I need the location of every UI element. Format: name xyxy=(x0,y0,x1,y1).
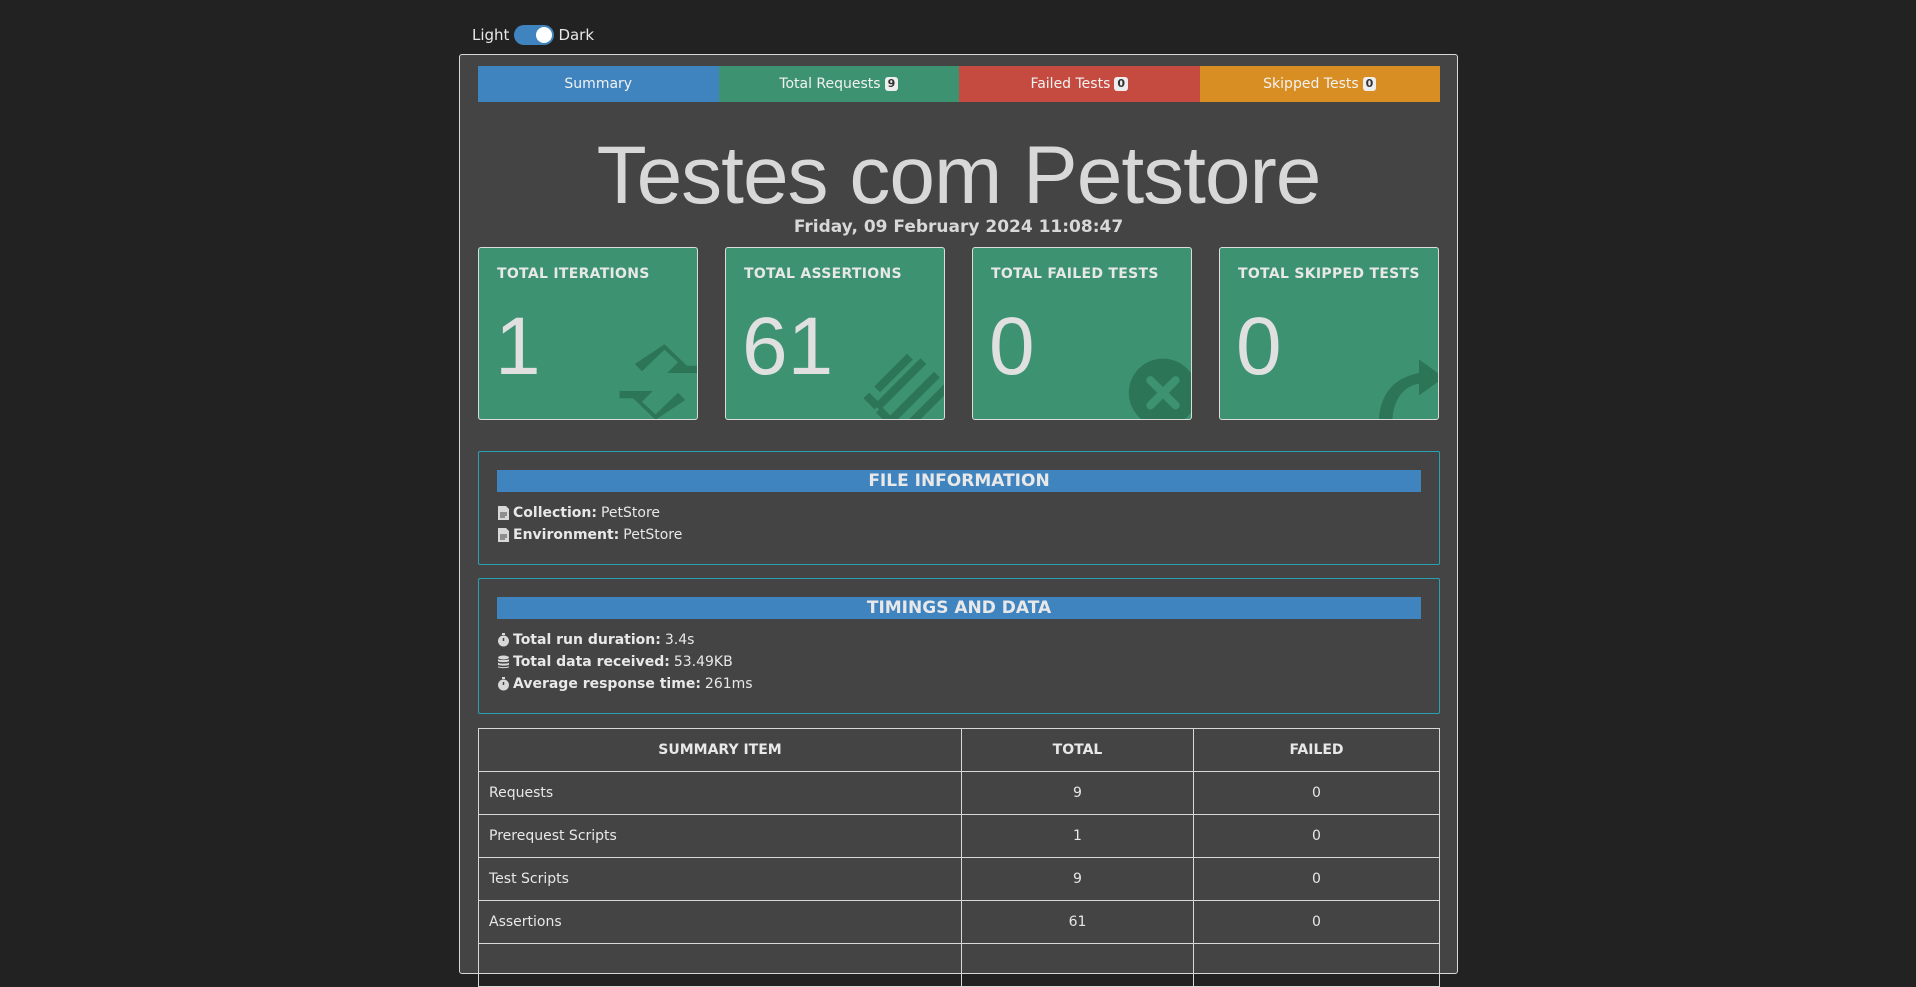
table-row: Test Scripts 9 0 xyxy=(478,857,1440,901)
file-information-panel: FILE INFORMATION Collection: PetStore En… xyxy=(478,451,1440,565)
avg-response-row: Average response time: 261ms xyxy=(497,676,753,692)
total-cell: 9 xyxy=(961,857,1194,901)
collection-value: PetStore xyxy=(600,505,661,521)
tab-label: Summary xyxy=(564,76,633,92)
run-duration-row: Total run duration: 3.4s xyxy=(497,632,694,648)
total-cell: 1 xyxy=(961,814,1194,858)
tab-label: Total Requests xyxy=(779,76,881,92)
tab-summary[interactable]: Summary xyxy=(478,66,719,102)
card-value: 0 xyxy=(989,301,1035,392)
collection-label: Collection: xyxy=(513,505,597,521)
tab-bar: Summary Total Requests 9 Failed Tests 0 … xyxy=(478,66,1440,102)
database-icon xyxy=(498,655,509,669)
card-value: 61 xyxy=(742,301,834,392)
count-badge: 0 xyxy=(1114,77,1129,91)
panel-header: FILE INFORMATION xyxy=(497,470,1421,492)
share-arrow-icon xyxy=(1378,359,1438,419)
environment-label: Environment: xyxy=(513,527,620,543)
theme-toggle: Light Dark xyxy=(472,24,594,46)
card-value: 0 xyxy=(1236,301,1282,392)
summary-item: Test Scripts xyxy=(478,857,962,901)
light-label: Light xyxy=(472,26,510,44)
card-label: TOTAL FAILED TESTS xyxy=(991,266,1159,282)
tab-label: Failed Tests xyxy=(1030,76,1111,92)
card-total-iterations: TOTAL ITERATIONS 1 xyxy=(478,247,698,420)
tab-label: Skipped Tests xyxy=(1263,76,1359,92)
summary-table: SUMMARY ITEM TOTAL FAILED Requests 9 0 P… xyxy=(478,728,1440,987)
table-row: Requests 9 0 xyxy=(478,771,1440,815)
check-list-icon xyxy=(863,353,944,419)
duration-value: 3.4s xyxy=(664,632,695,648)
total-cell: 61 xyxy=(961,900,1194,944)
avg-response-label: Average response time: xyxy=(513,676,701,692)
tab-skipped-tests[interactable]: Skipped Tests 0 xyxy=(1199,66,1440,102)
summary-item: Prerequest Scripts xyxy=(478,814,962,858)
failed-cell: 0 xyxy=(1193,771,1440,815)
data-received-row: Total data received: 53.49KB xyxy=(497,654,733,670)
stopwatch-icon xyxy=(498,633,509,647)
failed-cell: 0 xyxy=(1193,900,1440,944)
column-header: TOTAL xyxy=(961,728,1194,772)
summary-item: Requests xyxy=(478,771,962,815)
failed-cell: 0 xyxy=(1193,814,1440,858)
card-label: TOTAL SKIPPED TESTS xyxy=(1238,266,1420,282)
duration-label: Total run duration: xyxy=(513,632,661,648)
theme-switch[interactable] xyxy=(514,25,555,45)
count-badge: 9 xyxy=(884,77,899,91)
report-date: Friday, 09 February 2024 11:08:47 xyxy=(793,217,1124,237)
stopwatch-icon xyxy=(498,677,509,691)
card-total-failed-tests: TOTAL FAILED TESTS 0 xyxy=(972,247,1192,420)
failed-cell: 0 xyxy=(1193,857,1440,901)
dark-label: Dark xyxy=(558,26,595,44)
file-icon xyxy=(498,528,509,542)
column-header: SUMMARY ITEM xyxy=(478,728,962,772)
tab-total-requests[interactable]: Total Requests 9 xyxy=(718,66,959,102)
data-received-label: Total data received: xyxy=(513,654,670,670)
data-received-value: 53.49KB xyxy=(673,654,733,670)
refresh-icon xyxy=(619,344,697,419)
times-circle-icon xyxy=(1128,358,1191,419)
page-title: Testes com Petstore xyxy=(596,130,1322,221)
panel-header: TIMINGS AND DATA xyxy=(497,597,1421,619)
file-icon xyxy=(498,506,509,520)
card-label: TOTAL ITERATIONS xyxy=(497,266,650,282)
card-total-assertions: TOTAL ASSERTIONS 61 xyxy=(725,247,945,420)
switch-knob xyxy=(536,27,553,43)
summary-item: Assertions xyxy=(478,900,962,944)
card-total-skipped-tests: TOTAL SKIPPED TESTS 0 xyxy=(1219,247,1439,420)
environment-value: PetStore xyxy=(623,527,683,543)
report-container: Summary Total Requests 9 Failed Tests 0 … xyxy=(459,54,1458,987)
table-row: Prerequest Scripts 1 0 xyxy=(478,814,1440,858)
timings-and-data-panel: TIMINGS AND DATA Total run duration: 3.4… xyxy=(478,578,1440,714)
count-badge: 0 xyxy=(1362,77,1377,91)
table-row: Assertions 61 0 xyxy=(478,900,1440,944)
card-label: TOTAL ASSERTIONS xyxy=(744,266,902,282)
stat-cards: TOTAL ITERATIONS 1 TOTAL ASSERTIONS 61 T… xyxy=(478,247,1440,420)
column-header: FAILED xyxy=(1193,728,1440,772)
card-value: 1 xyxy=(495,301,541,392)
total-cell: 9 xyxy=(961,771,1194,815)
collection-row: Collection: PetStore xyxy=(497,505,660,521)
environment-row: Environment: PetStore xyxy=(497,527,682,543)
table-row xyxy=(478,943,1440,987)
avg-response-value: 261ms xyxy=(704,676,753,692)
table-header-row: SUMMARY ITEM TOTAL FAILED xyxy=(478,728,1440,772)
tab-failed-tests[interactable]: Failed Tests 0 xyxy=(959,66,1200,102)
